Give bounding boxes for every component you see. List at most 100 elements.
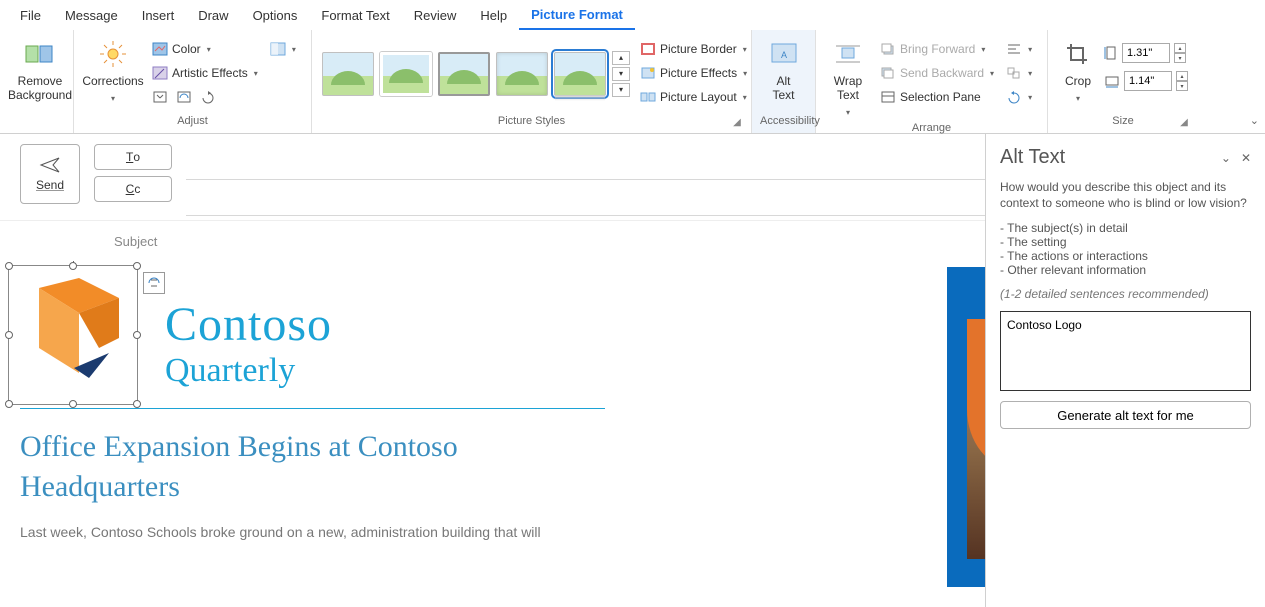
gallery-up[interactable]: ▴	[612, 51, 630, 65]
group-size: Crop▾ ▴▾ ▴▾ Size◢	[1048, 30, 1198, 133]
color-label: Color	[172, 42, 201, 56]
height-down[interactable]: ▾	[1174, 53, 1186, 63]
gallery-down[interactable]: ▾	[612, 67, 630, 81]
align-icon	[1006, 41, 1022, 57]
width-icon	[1104, 74, 1120, 88]
bring-forward-label: Bring Forward	[900, 42, 975, 56]
send-icon	[39, 156, 61, 174]
corrections-button[interactable]: Corrections ▾	[82, 34, 144, 113]
pane-prompt: How would you describe this object and i…	[1000, 179, 1251, 211]
picture-layout-button[interactable]: Picture Layout▾	[636, 86, 751, 108]
resize-e[interactable]	[133, 331, 141, 339]
resize-ne[interactable]	[133, 262, 141, 270]
width-up[interactable]: ▴	[1176, 71, 1188, 81]
color-button[interactable]: Color▾	[148, 38, 262, 60]
align-button[interactable]: ▾	[1002, 38, 1036, 60]
bring-forward-icon	[880, 41, 896, 57]
crop-label: Crop	[1065, 74, 1091, 88]
group-button[interactable]: ▾	[1002, 62, 1036, 84]
alt-text-input[interactable]	[1000, 311, 1251, 391]
pane-close-icon[interactable]: ✕	[1241, 151, 1251, 165]
send-backward-label: Send Backward	[900, 66, 984, 80]
menu-format-text[interactable]: Format Text	[309, 2, 401, 29]
picture-border-button[interactable]: Picture Border▾	[636, 38, 751, 60]
group-arrange: Wrap Text▾ Bring Forward▾ Send Backward▾…	[816, 30, 1048, 133]
doc-divider	[20, 408, 605, 409]
generate-alt-text-button[interactable]: Generate alt text for me	[1000, 401, 1251, 429]
wrap-text-button[interactable]: Wrap Text▾	[824, 34, 872, 120]
menu-review[interactable]: Review	[402, 2, 469, 29]
selected-image[interactable]	[8, 265, 138, 405]
layout-options-tag[interactable]	[143, 272, 165, 294]
pane-bullet-3: The actions or interactions	[1000, 249, 1251, 263]
picture-styles-launcher[interactable]: ◢	[731, 117, 743, 129]
menu-file[interactable]: File	[8, 2, 53, 29]
size-launcher[interactable]: ◢	[1178, 117, 1190, 129]
menu-insert[interactable]: Insert	[130, 2, 187, 29]
style-thumb-5[interactable]	[554, 52, 606, 96]
gallery-more[interactable]: ▾	[612, 83, 630, 97]
compress-icon[interactable]	[152, 89, 168, 105]
arrange-group-label: Arrange	[824, 120, 1039, 134]
resize-sw[interactable]	[5, 400, 13, 408]
send-backward-icon	[880, 65, 896, 81]
picture-style-gallery[interactable]: ▴ ▾ ▾	[320, 34, 632, 113]
width-down[interactable]: ▾	[1176, 81, 1188, 91]
crop-button[interactable]: Crop▾	[1056, 34, 1100, 113]
resize-se[interactable]	[133, 400, 141, 408]
alt-text-label: Alt Text	[772, 74, 794, 102]
ribbon: Remove Background Corrections ▾ Color▾	[0, 30, 1265, 134]
menu-help[interactable]: Help	[468, 2, 519, 29]
resize-n[interactable]	[69, 262, 77, 270]
sun-icon	[97, 38, 129, 70]
artistic-effects-button[interactable]: Artistic Effects▾	[148, 62, 262, 84]
alt-text-icon: A	[768, 38, 800, 70]
height-up[interactable]: ▴	[1174, 43, 1186, 53]
bring-forward-button[interactable]: Bring Forward▾	[876, 38, 998, 60]
remove-background-button[interactable]: Remove Background	[8, 34, 72, 113]
rotate-button[interactable]: ▾	[1002, 86, 1036, 108]
menu-bar: File Message Insert Draw Options Format …	[0, 0, 1265, 30]
menu-message[interactable]: Message	[53, 2, 130, 29]
corrections-label: Corrections	[82, 74, 143, 88]
send-button[interactable]: Send	[20, 144, 80, 204]
picture-effects-button[interactable]: Picture Effects▾	[636, 62, 751, 84]
color-icon	[152, 41, 168, 57]
pane-bullet-4: Other relevant information	[1000, 263, 1251, 277]
change-picture-icon[interactable]	[176, 89, 192, 105]
remove-background-icon	[24, 38, 56, 70]
article-headline: Office Expansion Begins at Contoso Headq…	[20, 427, 620, 507]
reset-picture-icon[interactable]	[200, 89, 216, 105]
group-icon	[1006, 65, 1022, 81]
transparency-button[interactable]: ▾	[266, 38, 300, 60]
svg-text:A: A	[780, 50, 786, 60]
selection-pane-label: Selection Pane	[900, 90, 981, 104]
menu-draw[interactable]: Draw	[186, 2, 240, 29]
resize-s[interactable]	[69, 400, 77, 408]
send-label: Send	[36, 178, 64, 192]
picture-layout-icon	[640, 89, 656, 105]
article-paragraph: Last week, Contoso Schools broke ground …	[20, 523, 620, 541]
resize-nw[interactable]	[5, 262, 13, 270]
pane-dropdown-icon[interactable]: ⌄	[1221, 151, 1231, 165]
resize-w[interactable]	[5, 331, 13, 339]
ribbon-collapse[interactable]: ⌄	[1250, 114, 1259, 127]
cc-button[interactable]: Cc	[94, 176, 172, 202]
style-thumb-4[interactable]	[496, 52, 548, 96]
style-thumb-3[interactable]	[438, 52, 490, 96]
to-button[interactable]: To	[94, 144, 172, 170]
style-thumb-1[interactable]	[322, 52, 374, 96]
accessibility-group-label: Accessibility	[760, 113, 807, 131]
width-input[interactable]	[1124, 71, 1172, 91]
send-backward-button[interactable]: Send Backward▾	[876, 62, 998, 84]
selection-pane-button[interactable]: Selection Pane	[876, 86, 998, 108]
style-thumb-2[interactable]	[380, 52, 432, 96]
menu-options[interactable]: Options	[241, 2, 310, 29]
menu-picture-format[interactable]: Picture Format	[519, 1, 635, 30]
picture-layout-label: Picture Layout	[660, 90, 737, 104]
pane-hint: (1-2 detailed sentences recommended)	[1000, 287, 1251, 301]
alt-text-button[interactable]: A Alt Text	[760, 34, 807, 113]
alt-text-pane: Alt Text ⌄ ✕ How would you describe this…	[985, 134, 1265, 607]
height-input[interactable]	[1122, 43, 1170, 63]
pane-bullets: The subject(s) in detail The setting The…	[1000, 221, 1251, 277]
